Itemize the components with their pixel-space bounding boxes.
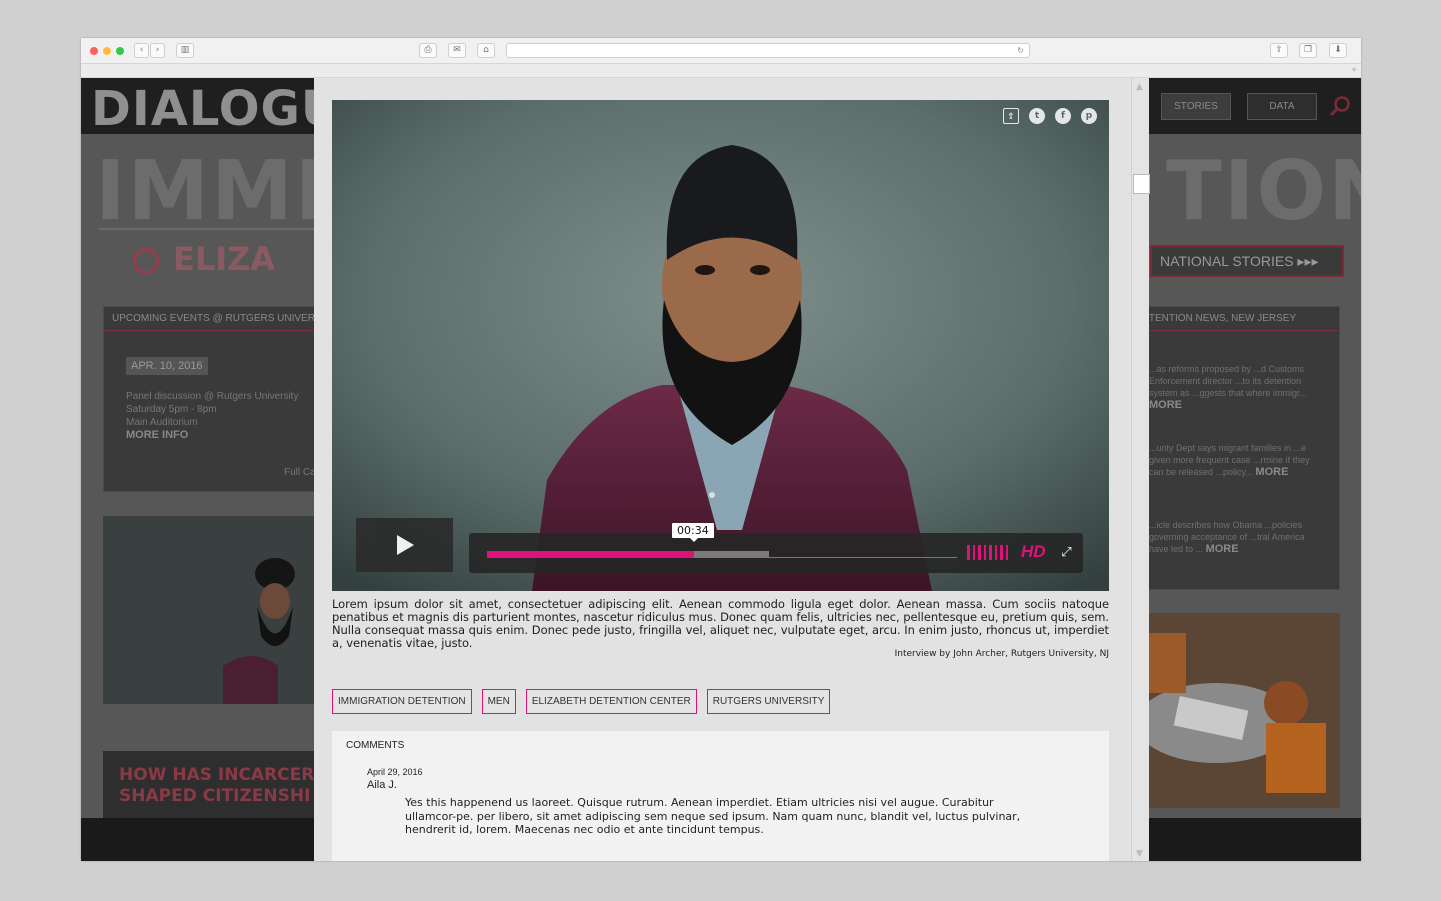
scrollbar-thumb[interactable] (1133, 174, 1150, 194)
fullscreen-icon[interactable]: ⤢ (1059, 545, 1074, 560)
zoom-window-button[interactable] (116, 47, 124, 55)
page-hero-word-right: TION (1166, 144, 1361, 239)
comments-section: COMMENTS April 29, 2016 Aila J. Yes this… (332, 731, 1109, 861)
event-line: Main Auditorium (126, 417, 198, 428)
print-icon[interactable]: ⎙ (419, 43, 437, 58)
page-hero-word: IMMI (95, 144, 328, 239)
story-modal: ⇪ t f p HD ⤢ 00:34 Lorem ipsum dolor sit… (314, 78, 1149, 861)
location-pin-icon (133, 248, 159, 274)
news-more-link[interactable]: MORE (1206, 543, 1239, 555)
news-item: ...as reforms proposed by ...d Customs E… (1149, 364, 1308, 411)
video-player[interactable]: ⇪ t f p HD ⤢ 00:34 (332, 100, 1109, 591)
seek-bar[interactable] (487, 551, 957, 558)
back-icon[interactable]: ‹ (134, 43, 149, 58)
national-stories-button[interactable]: NATIONAL STORIES ▸▸▸ (1150, 245, 1344, 277)
portrait-thumbnail (103, 516, 327, 704)
minimize-window-button[interactable] (103, 47, 111, 55)
volume-icon[interactable] (967, 545, 1008, 560)
news-item: ...icle describes how Obama ...policies … (1149, 520, 1305, 555)
forward-icon[interactable]: › (150, 43, 165, 58)
scroll-up-icon[interactable]: ▲ (1136, 82, 1143, 92)
events-heading: UPCOMING EVENTS @ RUTGERS UNIVERSITY (104, 307, 337, 331)
tag-rutgers-university[interactable]: RUTGERS UNIVERSITY (706, 689, 831, 714)
tag-men[interactable]: MEN (481, 689, 516, 714)
news-heading: DETENTION NEWS, NEW JERSEY (1127, 307, 1339, 331)
close-window-button[interactable] (90, 47, 98, 55)
tag-immigration-detention[interactable]: IMMIGRATION DETENTION (332, 689, 472, 714)
play-button[interactable] (356, 518, 453, 572)
news-more-link[interactable]: MORE (1149, 399, 1182, 411)
scroll-down-icon[interactable]: ▼ (1136, 849, 1143, 859)
comment-date: April 29, 2016 (367, 767, 423, 777)
divider (99, 228, 319, 230)
reload-icon[interactable]: ↻ (1017, 44, 1024, 57)
current-time-tooltip: 00:34 (672, 523, 714, 542)
twitter-icon[interactable]: t (1029, 108, 1045, 124)
nav-data[interactable]: DATA (1247, 93, 1317, 120)
news-item: ...unty Dept says migrant families in ..… (1149, 443, 1310, 478)
home-icon[interactable]: ⌂ (477, 43, 495, 58)
browser-window: ‹ › ▥ ⎙ ✉ ⌂ ↻ ⇪ ❐ ⬇ + DIALOGUES ON INCAR… (81, 38, 1361, 861)
sidebar-icon[interactable]: ▥ (176, 43, 194, 58)
news-panel: DETENTION NEWS, NEW JERSEY ...as reforms… (1126, 306, 1340, 590)
event-date: APR. 10, 2016 (126, 357, 208, 375)
tab-strip: + (81, 64, 1361, 78)
story-card-thumbnail[interactable] (103, 516, 327, 704)
share-icon[interactable]: ⇪ (1270, 43, 1288, 58)
new-tab-button[interactable]: + (1351, 64, 1357, 77)
share-icons: ⇪ t f p (1003, 108, 1097, 124)
story-photo-right[interactable] (1126, 613, 1340, 808)
tag-elizabeth-detention-center[interactable]: ELIZABETH DETENTION CENTER (525, 689, 697, 714)
nav-stories[interactable]: STORIES (1161, 93, 1231, 120)
question-card[interactable]: HOW HAS INCARCER SHAPED CITIZENSHI (103, 751, 327, 821)
event-line: Panel discussion @ Rutgers University (126, 391, 299, 402)
detention-photo (1126, 613, 1340, 808)
video-controls: HD ⤢ (469, 533, 1083, 573)
comment-author: Aila J. (367, 779, 397, 791)
facebook-icon[interactable]: f (1055, 108, 1071, 124)
search-icon[interactable] (1329, 95, 1351, 117)
comment-text: Yes this happenend us laoreet. Quisque r… (405, 796, 1021, 836)
tabs-icon[interactable]: ❐ (1299, 43, 1317, 58)
event-line: Saturday 5pm - 8pm (126, 404, 217, 415)
event-more-info-link[interactable]: MORE INFO (126, 429, 188, 441)
interview-credit: Interview by John Archer, Rutgers Univer… (894, 649, 1109, 659)
news-more-link[interactable]: MORE (1255, 466, 1288, 478)
location-title: ELIZA (173, 240, 276, 278)
played-progress (487, 551, 694, 558)
events-panel: UPCOMING EVENTS @ RUTGERS UNIVERSITY APR… (103, 306, 337, 492)
address-bar[interactable]: ↻ (506, 43, 1030, 58)
pinterest-icon[interactable]: p (1081, 108, 1097, 124)
download-icon[interactable]: ⬇ (1329, 43, 1347, 58)
browser-toolbar: ‹ › ▥ ⎙ ✉ ⌂ ↻ ⇪ ❐ ⬇ (81, 38, 1361, 64)
tag-list: IMMIGRATION DETENTION MEN ELIZABETH DETE… (332, 689, 831, 714)
hd-toggle[interactable]: HD (1021, 542, 1046, 562)
mail-icon[interactable]: ✉ (448, 43, 466, 58)
share-icon[interactable]: ⇪ (1003, 108, 1019, 124)
video-caption: Lorem ipsum dolor sit amet, consectetuer… (332, 597, 1109, 650)
play-icon (397, 535, 414, 555)
question-title: HOW HAS INCARCER SHAPED CITIZENSHI (119, 765, 315, 806)
modal-scrollbar[interactable]: ▲ ▼ (1131, 78, 1150, 861)
comments-heading: COMMENTS (346, 740, 405, 751)
